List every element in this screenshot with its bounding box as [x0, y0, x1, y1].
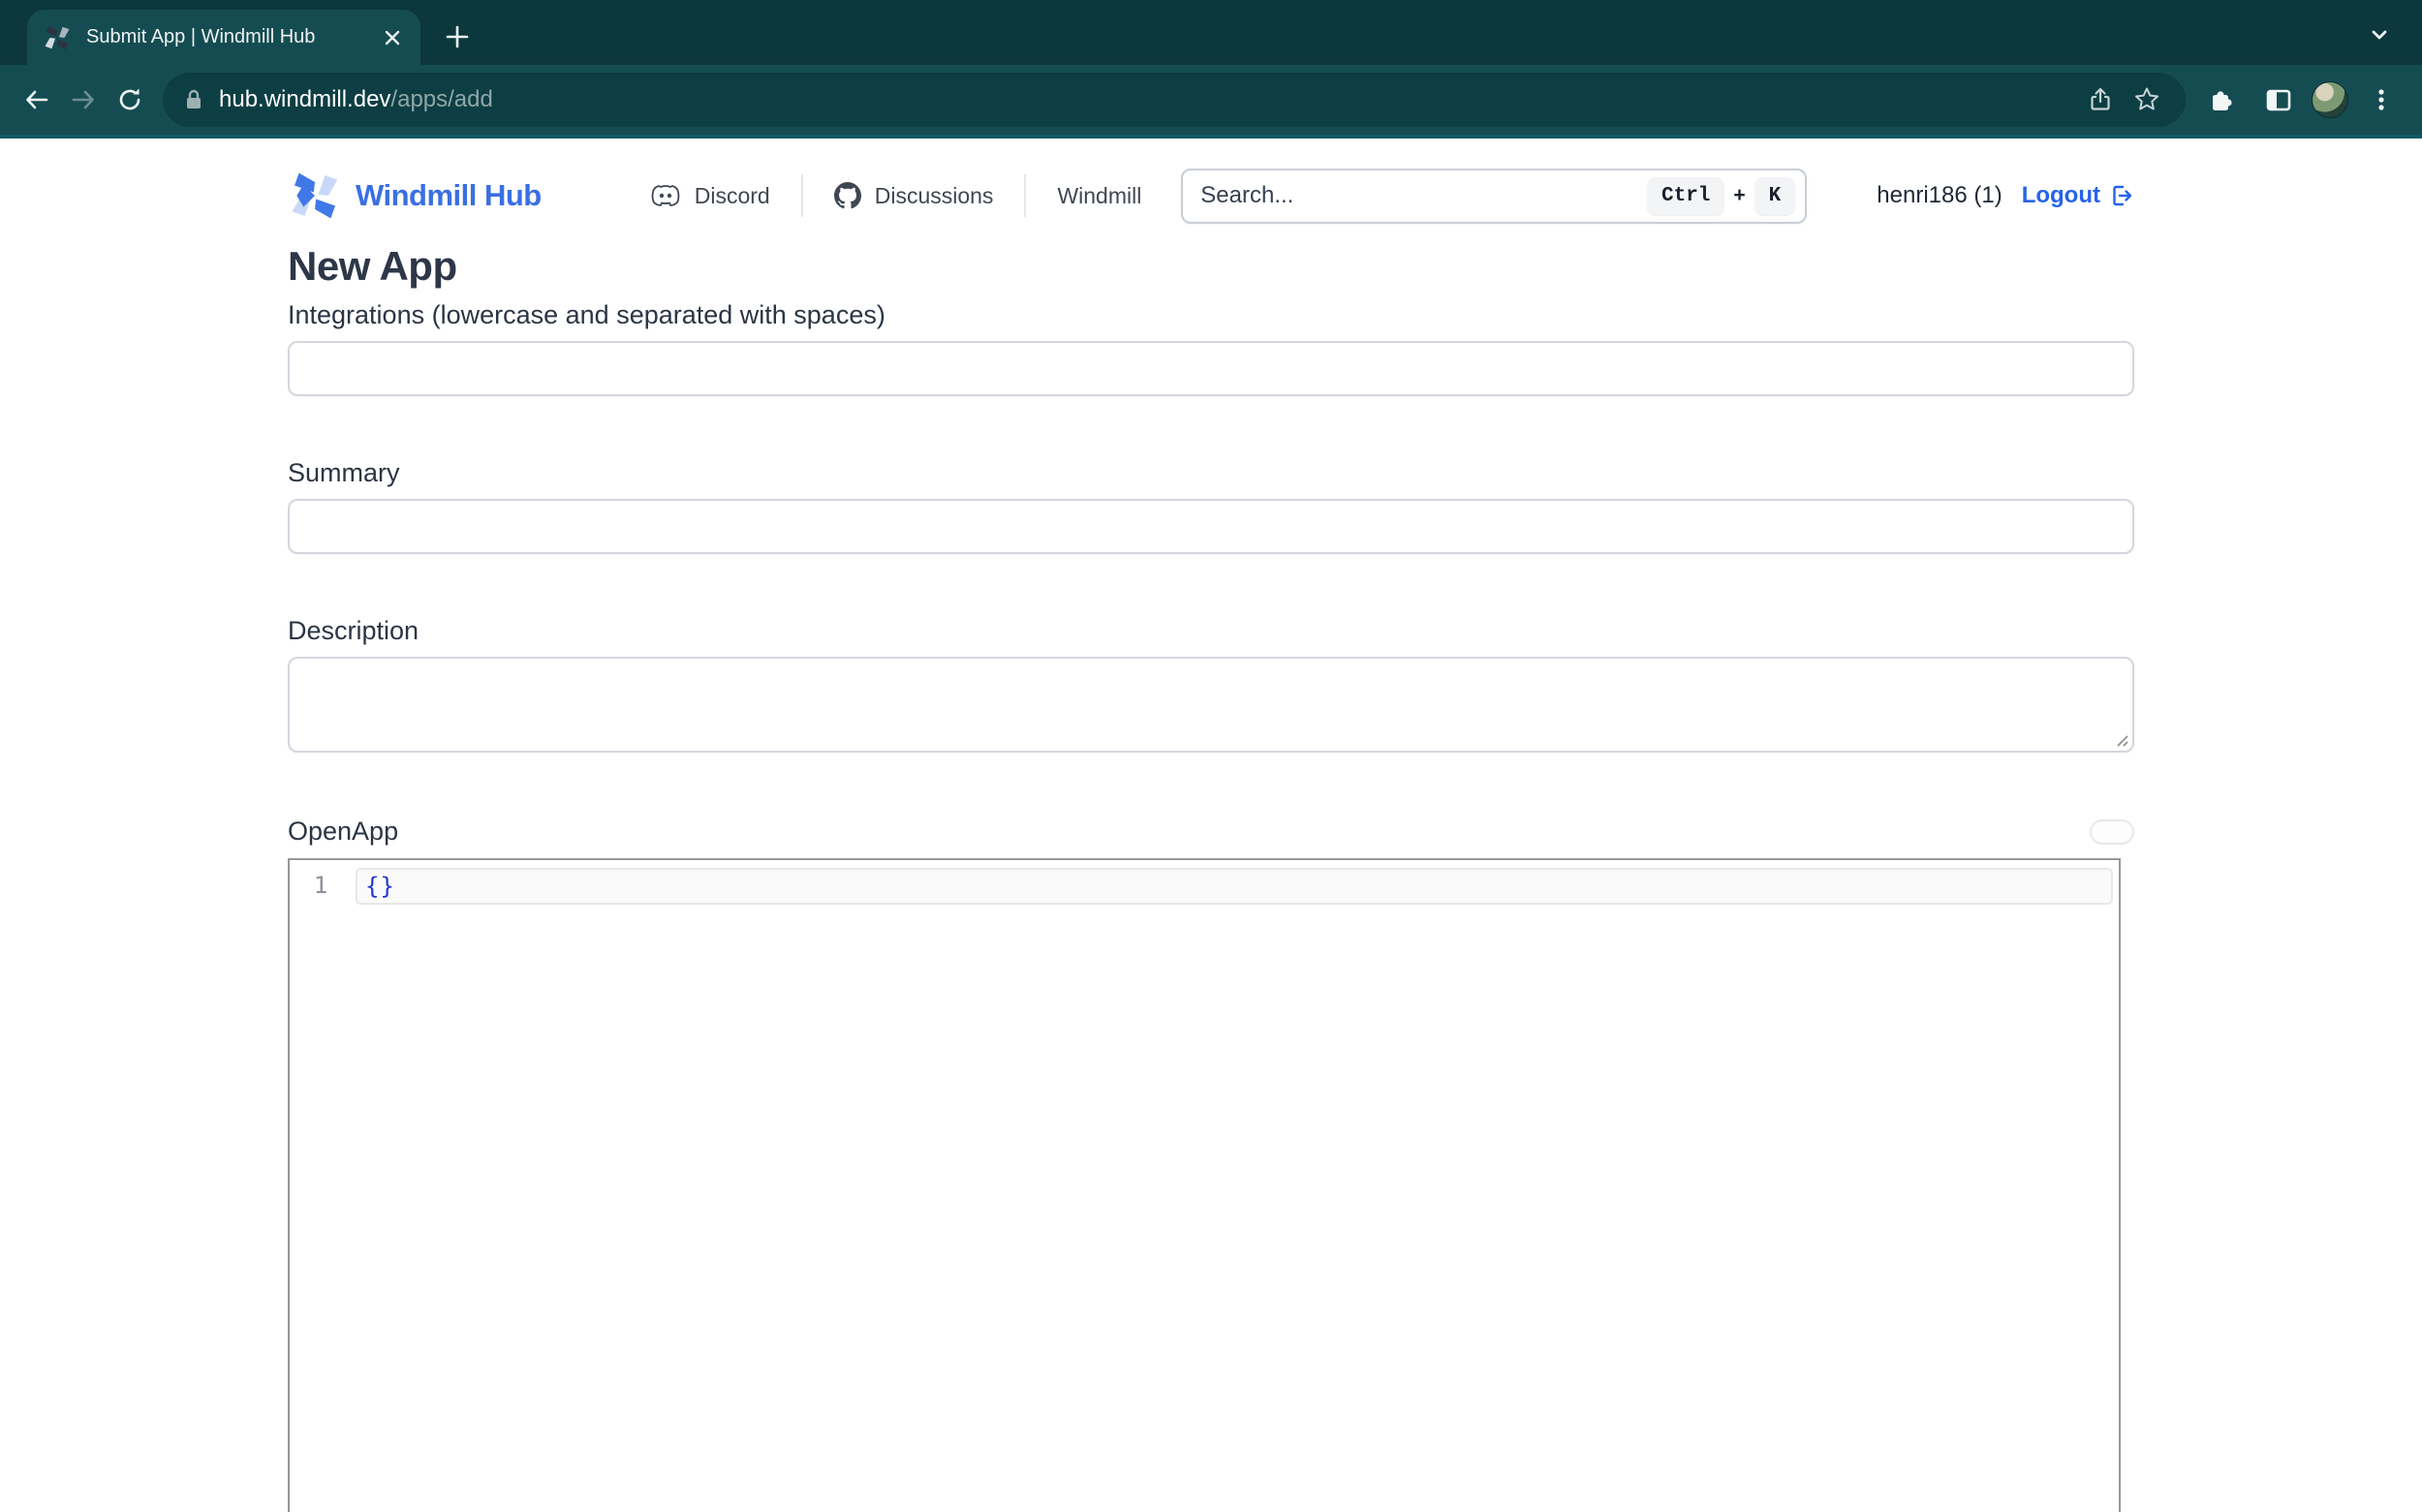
discord-icon	[650, 183, 681, 208]
extensions-puzzle-icon[interactable]	[2199, 77, 2246, 123]
username: henri186 (1)	[1877, 182, 2002, 209]
forward-icon[interactable]	[60, 77, 107, 123]
share-icon[interactable]	[2077, 77, 2124, 123]
openapp-label: OpenApp	[288, 817, 398, 847]
side-panel-icon[interactable]	[2255, 77, 2302, 123]
logout-link[interactable]: Logout	[2022, 182, 2134, 209]
brand-name: Windmill Hub	[356, 178, 542, 213]
url-path: /apps/add	[390, 86, 492, 112]
nav-label: Discussions	[875, 183, 994, 209]
url-host: hub.windmill.dev	[219, 86, 390, 112]
nav-divider	[1024, 174, 1026, 217]
summary-label: Summary	[288, 458, 2134, 488]
kbd-k: K	[1754, 177, 1796, 215]
integrations-input[interactable]	[288, 341, 2134, 396]
browser-chrome: Submit App | Windmill Hub	[0, 0, 2422, 139]
menu-dots-icon[interactable]	[2358, 77, 2405, 123]
nav-item-discord[interactable]: Discord	[650, 183, 770, 209]
url-text: hub.windmill.dev/apps/add	[219, 86, 2077, 113]
lock-icon[interactable]	[182, 88, 205, 111]
tab-strip: Submit App | Windmill Hub	[0, 0, 2422, 65]
kbd-ctrl: Ctrl	[1647, 177, 1724, 215]
toolbar-accent-line	[0, 135, 2422, 139]
resize-grip-icon[interactable]	[2112, 730, 2129, 748]
browser-tab[interactable]: Submit App | Windmill Hub	[27, 10, 420, 65]
description-label: Description	[288, 616, 2134, 646]
tab-search-chevron-icon[interactable]	[2360, 15, 2399, 54]
github-icon	[834, 182, 861, 209]
integrations-label: Integrations (lowercase and separated wi…	[288, 300, 2134, 330]
profile-avatar[interactable]	[2312, 81, 2348, 118]
site-header: Windmill Hub Discord	[288, 168, 2134, 224]
toolbar-right-cluster	[2199, 77, 2405, 123]
kbd-plus: +	[1733, 184, 1745, 207]
search-box[interactable]: Ctrl + K	[1181, 169, 1807, 224]
summary-input[interactable]	[288, 499, 2134, 554]
logout-label: Logout	[2022, 182, 2100, 209]
description-textarea[interactable]	[288, 657, 2134, 753]
browser-toolbar: hub.windmill.dev/apps/add	[0, 65, 2422, 135]
tab-close-icon[interactable]	[378, 23, 407, 52]
logout-icon	[2109, 183, 2134, 208]
main-nav: Discord Discussions Windmill	[650, 174, 1142, 217]
nav-label: Windmill	[1057, 183, 1141, 209]
page-body: Windmill Hub Discord	[0, 168, 2422, 1512]
editor-content[interactable]: {}	[352, 860, 2119, 1512]
search-input[interactable]	[1187, 182, 1647, 209]
line-number: 1	[290, 868, 352, 903]
bookmark-star-icon[interactable]	[2124, 77, 2170, 123]
back-icon[interactable]	[14, 77, 60, 123]
reload-icon[interactable]	[107, 77, 153, 123]
account-area: henri186 (1) Logout	[1877, 182, 2134, 209]
nav-item-discussions[interactable]: Discussions	[834, 182, 994, 209]
code-token: {}	[365, 873, 395, 900]
editor-current-line[interactable]: {}	[356, 868, 2113, 905]
windmill-logo-icon	[288, 169, 342, 223]
nav-item-windmill[interactable]: Windmill	[1057, 183, 1141, 209]
editor-gutter: 1	[290, 860, 352, 1512]
openapp-toggle[interactable]	[2090, 819, 2134, 845]
brand-logo[interactable]: Windmill Hub	[288, 169, 542, 223]
new-tab-button[interactable]	[438, 17, 477, 56]
nav-label: Discord	[695, 183, 770, 209]
tab-title: Submit App | Windmill Hub	[86, 26, 378, 48]
address-bar[interactable]: hub.windmill.dev/apps/add	[163, 73, 2186, 127]
nav-divider	[801, 174, 803, 217]
openapp-code-editor[interactable]: 1 {}	[288, 858, 2121, 1512]
page-title: New App	[288, 243, 2134, 290]
windmill-favicon-icon	[43, 23, 72, 52]
